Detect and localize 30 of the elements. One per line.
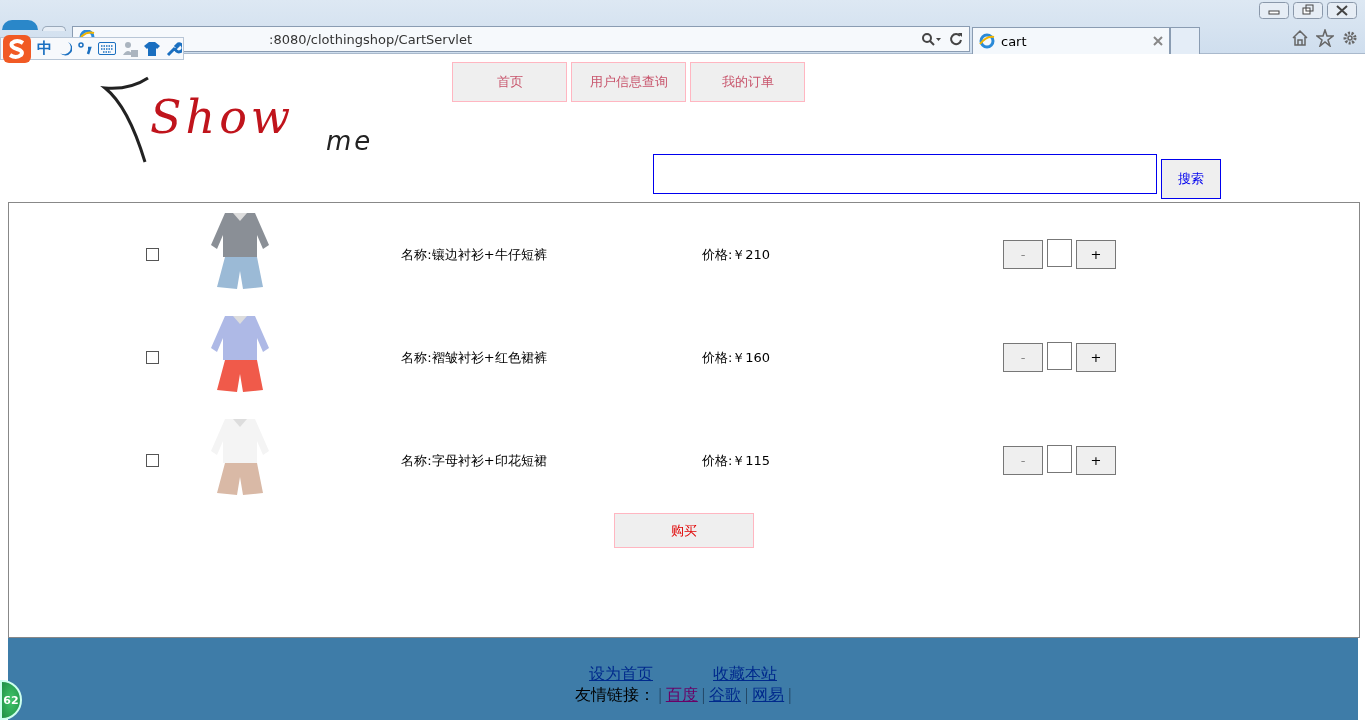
- input-mode-toggle[interactable]: 中: [37, 39, 52, 58]
- url-text: :8080/clothingshop/CartServlet: [269, 31, 473, 47]
- footer-link[interactable]: 设为首页: [589, 664, 653, 685]
- logo-text: Show: [150, 90, 295, 144]
- search-button[interactable]: 搜索: [1161, 159, 1221, 199]
- browser-tab[interactable]: cart: [972, 27, 1170, 54]
- nav-button[interactable]: 我的订单: [690, 62, 805, 102]
- friend-link[interactable]: 百度: [665, 685, 698, 706]
- product-name: 名称:褶皱衬衫+红色裙裤: [400, 348, 548, 367]
- separator: |: [788, 686, 792, 704]
- increment-button[interactable]: +: [1076, 446, 1116, 475]
- address-bar[interactable]: :8080/clothingshop/CartServlet: [72, 26, 970, 52]
- increment-button[interactable]: +: [1076, 343, 1116, 372]
- nav-button[interactable]: 首页: [452, 62, 567, 102]
- friend-links-label: 友情链接：: [574, 685, 655, 705]
- product-name: 名称:字母衬衫+印花短裙: [400, 451, 548, 470]
- product-price: 价格:￥115: [700, 451, 772, 470]
- separator: |: [745, 686, 749, 704]
- separator: |: [658, 686, 662, 704]
- friend-link[interactable]: 网易: [752, 685, 785, 706]
- product-price: 价格:￥210: [700, 245, 772, 264]
- product-name: 名称:镶边衬衫+牛仔短裤: [400, 245, 548, 264]
- buy-button[interactable]: 购买: [614, 513, 754, 548]
- product-price: 价格:￥160: [700, 348, 772, 367]
- separator: |: [701, 686, 705, 704]
- nav-button[interactable]: 用户信息查询: [571, 62, 686, 102]
- increment-button[interactable]: +: [1076, 240, 1116, 269]
- footer-link[interactable]: 收藏本站: [713, 664, 777, 685]
- friend-link[interactable]: 谷歌: [709, 685, 741, 706]
- logo-text: me: [326, 126, 374, 156]
